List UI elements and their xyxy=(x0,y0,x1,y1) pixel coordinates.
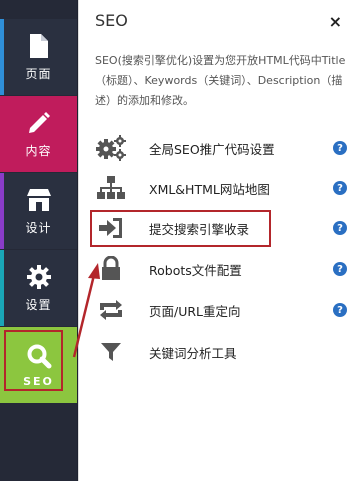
menu-item-sitemap[interactable]: XML&HTML网站地图 ? xyxy=(93,171,351,205)
seo-panel: SEO × SEO(搜索引擎优化)设置为您开放HTML代码中Title（标题）、… xyxy=(78,0,356,481)
sidebar-item-label: 设置 xyxy=(25,297,52,312)
gears-icon xyxy=(93,131,129,165)
search-icon xyxy=(27,344,51,368)
gear-icon xyxy=(26,264,51,289)
sidebar-item-settings[interactable]: 设置 xyxy=(0,250,77,326)
sidebar-stripe xyxy=(0,19,4,95)
sidebar-item-page[interactable]: 页面 xyxy=(0,19,77,95)
help-icon[interactable]: ? xyxy=(333,221,347,235)
menu-item-label: Robots文件配置 xyxy=(149,262,242,278)
help-icon[interactable]: ? xyxy=(333,141,347,155)
help-icon[interactable]: ? xyxy=(333,303,347,317)
help-icon[interactable]: ? xyxy=(333,262,347,276)
menu-item-label: 关键词分析工具 xyxy=(149,345,237,361)
sign-in-icon xyxy=(93,211,129,245)
sidebar-stripe xyxy=(0,250,4,326)
menu-item-keyword-analysis[interactable]: 关键词分析工具 xyxy=(93,335,351,369)
menu-item-label: 页面/URL重定向 xyxy=(149,303,241,319)
retweet-icon xyxy=(93,293,129,327)
sidebar: 页面 内容 设计 设置 SEO xyxy=(0,0,77,481)
close-button[interactable]: × xyxy=(329,12,342,31)
menu-item-global-seo-code[interactable]: 全局SEO推广代码设置 ? xyxy=(93,131,351,165)
sidebar-item-seo[interactable]: SEO xyxy=(0,327,77,403)
menu-item-submit-search-engine[interactable]: 提交搜索引擎收录 ? xyxy=(93,211,351,245)
help-icon[interactable]: ? xyxy=(333,181,347,195)
sidebar-item-label: 内容 xyxy=(25,143,52,158)
sidebar-item-label: 设计 xyxy=(25,220,52,235)
sitemap-icon xyxy=(93,171,129,205)
store-icon xyxy=(26,188,51,211)
filter-icon xyxy=(93,335,129,369)
menu-item-label: 全局SEO推广代码设置 xyxy=(149,141,275,157)
pencil-icon xyxy=(28,111,50,133)
lock-icon xyxy=(93,252,129,286)
panel-description: SEO(搜索引擎优化)设置为您开放HTML代码中Title（标题）、Keywor… xyxy=(95,54,346,107)
menu-item-label: XML&HTML网站地图 xyxy=(149,181,270,197)
menu-item-redirect[interactable]: 页面/URL重定向 ? xyxy=(93,293,351,327)
sidebar-stripe xyxy=(0,173,4,249)
panel-title: SEO xyxy=(95,11,128,30)
sidebar-item-label: 页面 xyxy=(25,66,52,81)
menu-item-label: 提交搜索引擎收录 xyxy=(149,221,250,237)
menu-item-robots[interactable]: Robots文件配置 ? xyxy=(93,252,351,286)
sidebar-item-label: SEO xyxy=(23,374,54,388)
sidebar-item-content[interactable]: 内容 xyxy=(0,96,77,172)
page-icon xyxy=(29,33,48,58)
sidebar-item-design[interactable]: 设计 xyxy=(0,173,77,249)
